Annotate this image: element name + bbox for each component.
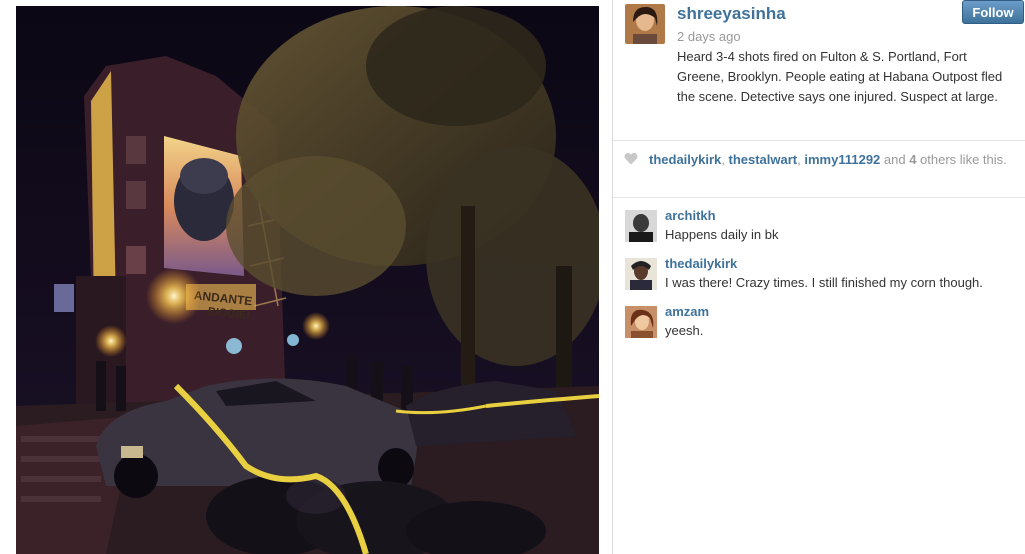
post-caption: Heard 3-4 shots fired on Fulton & S. Por… bbox=[677, 49, 1003, 104]
liker-link[interactable]: immy111292 bbox=[804, 152, 880, 167]
comment-username[interactable]: architkh bbox=[665, 208, 716, 223]
post-author-username[interactable]: shreeyasinha bbox=[677, 4, 786, 24]
likes-others-text: others like this. bbox=[916, 152, 1007, 167]
heart-icon[interactable] bbox=[624, 152, 638, 165]
likes-section: thedailykirk, thestalwart, immy111292 an… bbox=[613, 141, 1025, 198]
follow-button[interactable]: Follow bbox=[962, 0, 1024, 24]
post-details: shreeyasinha 2 days ago Heard 3-4 shots … bbox=[613, 0, 1025, 554]
avatar[interactable] bbox=[625, 4, 665, 44]
post-photo[interactable]: ANDANTE BIGGIE! bbox=[16, 6, 599, 554]
comment-username[interactable]: amzam bbox=[665, 304, 709, 319]
comment-item: architkh Happens daily in bk bbox=[613, 208, 1025, 252]
likes-and: and bbox=[880, 152, 910, 167]
night-street-scene: ANDANTE BIGGIE! bbox=[16, 6, 599, 554]
comment-avatar[interactable] bbox=[625, 210, 657, 242]
comment-avatar[interactable] bbox=[625, 258, 657, 290]
post-timestamp[interactable]: 2 days ago bbox=[677, 29, 741, 44]
likes-separator: , bbox=[721, 152, 729, 167]
likes-text: thedailykirk, thestalwart, immy111292 an… bbox=[649, 152, 1009, 168]
liker-link[interactable]: thedailykirk bbox=[649, 152, 721, 167]
comment-text: yeesh. bbox=[665, 323, 704, 338]
post-header: shreeyasinha 2 days ago Heard 3-4 shots … bbox=[613, 0, 1025, 141]
comment-item: amzam yeesh. bbox=[613, 304, 1025, 348]
liker-link[interactable]: thestalwart bbox=[729, 152, 798, 167]
photo-pane: ANDANTE BIGGIE! bbox=[0, 0, 613, 554]
comment-username[interactable]: thedailykirk bbox=[665, 256, 737, 271]
comment-item: thedailykirk I was there! Crazy times. I… bbox=[613, 256, 1025, 300]
comment-avatar[interactable] bbox=[625, 306, 657, 338]
comment-text: I was there! Crazy times. I still finish… bbox=[665, 275, 983, 290]
comment-text: Happens daily in bk bbox=[665, 227, 779, 242]
